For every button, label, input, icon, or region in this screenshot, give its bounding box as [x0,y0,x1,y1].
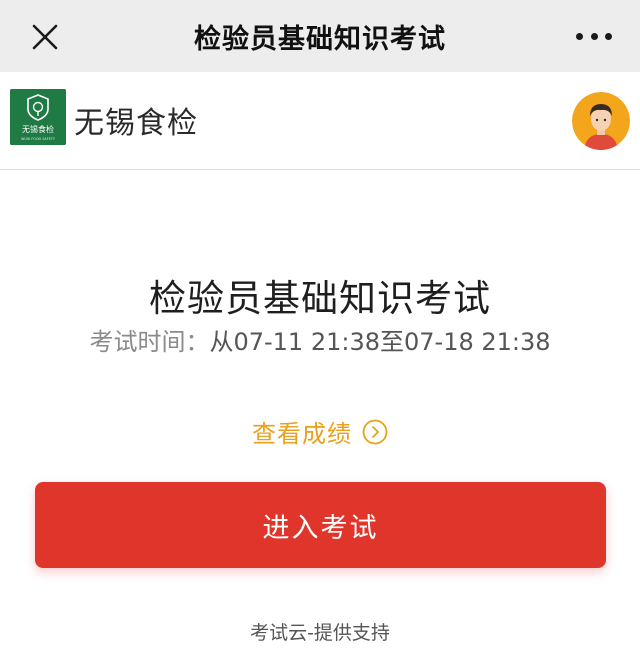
exam-time: 考试时间：从07-11 21:38至07-18 21:38 [0,322,640,357]
brand-name: 无锡食检 [74,106,198,141]
more-dots-icon[interactable] [576,24,612,48]
wuxi-food-inspection-logo: 无锡食检 WUXI FOOD SAFETY [10,89,66,145]
exam-time-label: 考试时间： [89,328,210,356]
exam-time-value: 从07-11 21:38至07-18 21:38 [209,328,551,356]
brand-header: 无锡食检 WUXI FOOD SAFETY 无锡食检 [0,72,640,170]
enter-exam-button[interactable]: 进入考试 [35,482,606,568]
exam-title: 检验员基础知识考试 [149,277,491,320]
nav-bar: 检验员基础知识考试 [0,0,640,72]
view-score-label[interactable]: 查看成绩 [252,414,352,449]
user-avatar-icon[interactable] [572,92,630,150]
logo-subtext: WUXI FOOD SAFETY [21,137,56,141]
close-icon[interactable] [28,20,62,54]
footer-support-text: 考试云-提供支持 [250,622,390,644]
view-score-link[interactable]: 查看成绩 [0,414,640,449]
nav-title: 检验员基础知识考试 [194,23,446,55]
chevron-right-circle-icon[interactable] [362,419,388,445]
logo-text: 无锡食检 [22,124,54,134]
